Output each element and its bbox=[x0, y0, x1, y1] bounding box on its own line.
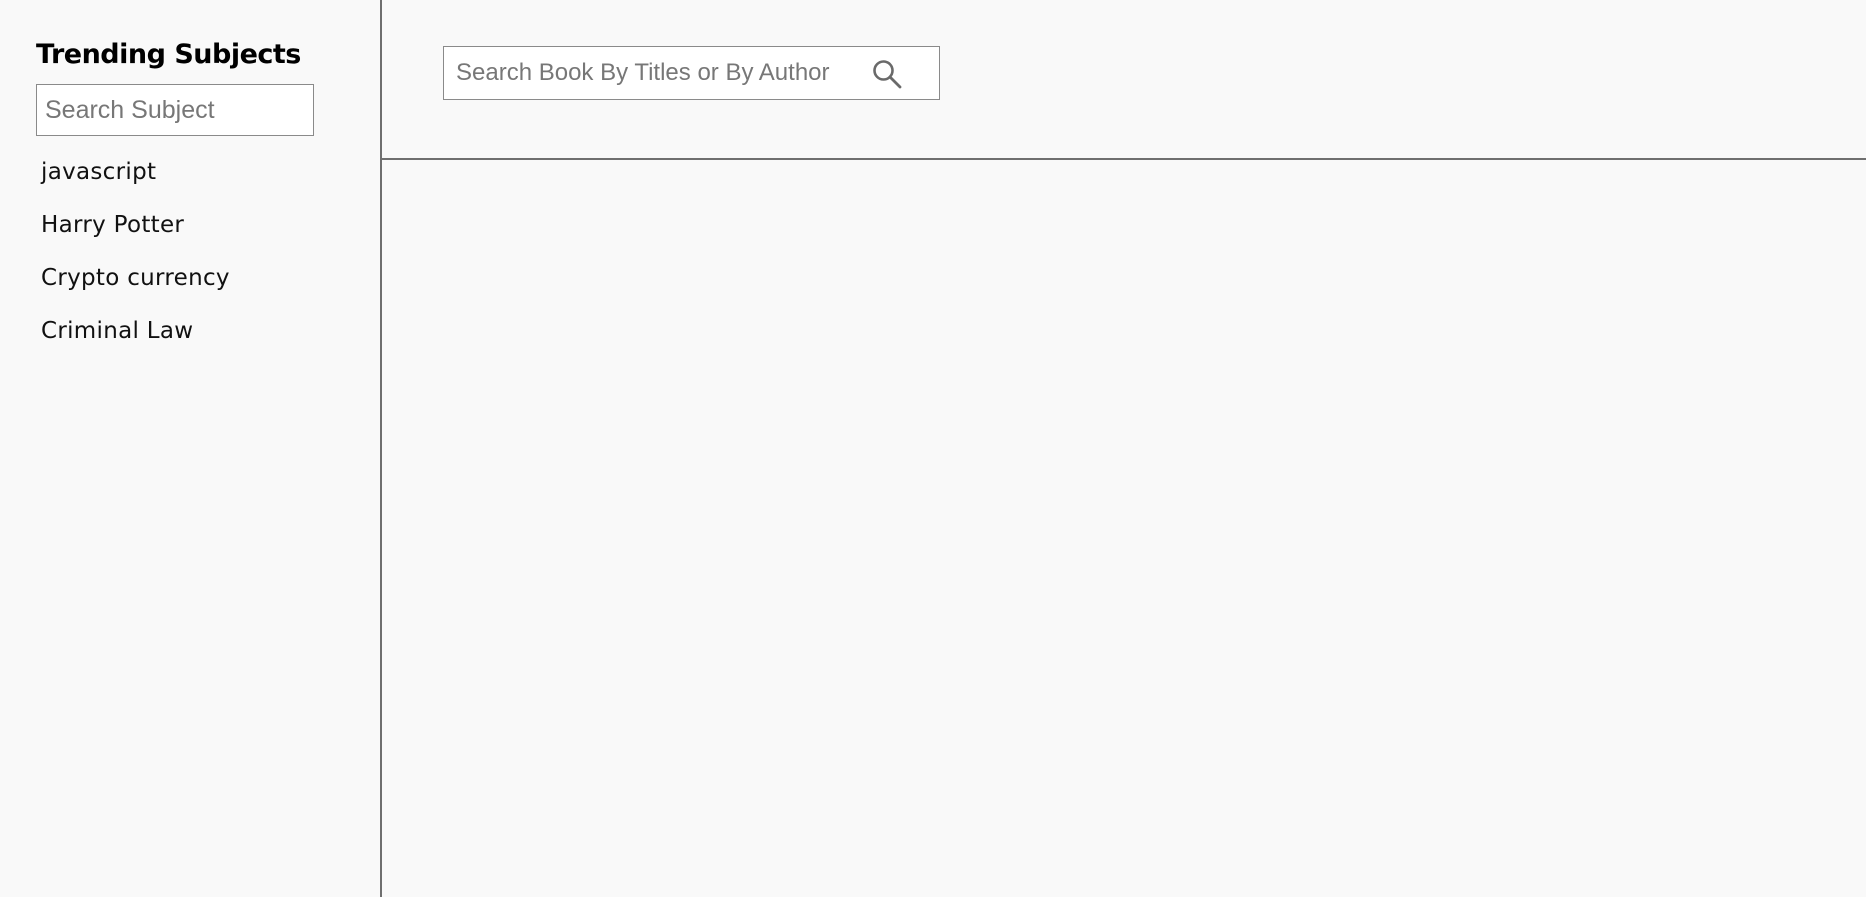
subject-search-input[interactable] bbox=[36, 84, 314, 136]
book-search-input[interactable] bbox=[444, 47, 844, 99]
subject-item-javascript[interactable]: javascript bbox=[36, 155, 380, 208]
subject-item-criminal-law[interactable]: Criminal Law bbox=[36, 314, 380, 367]
app: Trending Subjects javascript Harry Potte… bbox=[0, 0, 1866, 897]
top-bar bbox=[382, 0, 1866, 160]
subject-list: javascript Harry Potter Crypto currency … bbox=[36, 155, 380, 367]
subject-item-crypto-currency[interactable]: Crypto currency bbox=[36, 261, 380, 314]
subject-item-harry-potter[interactable]: Harry Potter bbox=[36, 208, 380, 261]
search-icon[interactable] bbox=[871, 58, 903, 90]
book-search-box bbox=[443, 46, 940, 100]
results-area bbox=[382, 160, 1866, 897]
sidebar: Trending Subjects javascript Harry Potte… bbox=[0, 0, 382, 897]
sidebar-title: Trending Subjects bbox=[36, 39, 301, 70]
main-area bbox=[382, 0, 1866, 897]
